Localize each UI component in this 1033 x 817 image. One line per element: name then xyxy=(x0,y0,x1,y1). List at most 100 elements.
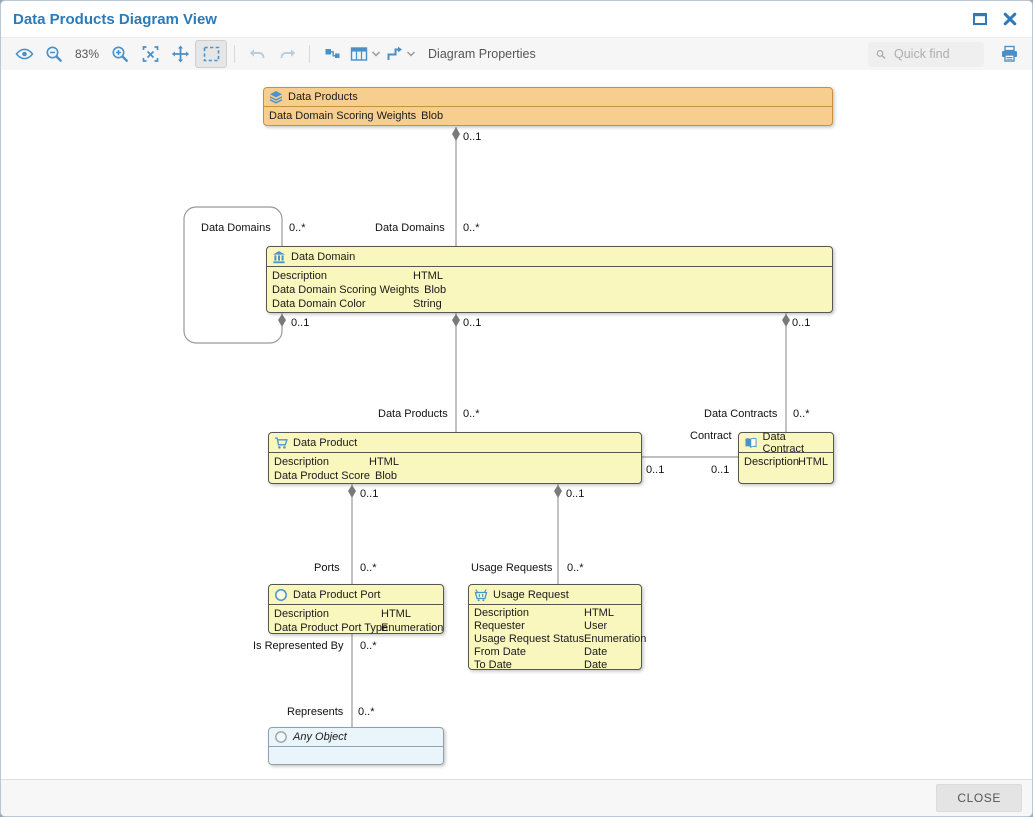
diamond-end xyxy=(452,314,460,327)
entity-data-products[interactable]: Data Products Data Domain Scoring Weight… xyxy=(263,87,833,126)
chevron-down-icon xyxy=(406,50,416,58)
multiplicity-label: 0..1 xyxy=(463,131,481,143)
connector-label: Is Represented By xyxy=(253,640,344,652)
entity-title: Data Contract xyxy=(763,431,828,455)
multiplicity-label: 0..* xyxy=(463,408,480,420)
view-options-button[interactable] xyxy=(9,41,39,67)
attribute-row: Data Product Score Blob xyxy=(274,469,636,483)
undo-button[interactable] xyxy=(242,41,272,67)
attribute-row: To Date Date xyxy=(474,659,636,672)
close-dialog-button[interactable]: CLOSE xyxy=(936,784,1022,812)
basket-icon xyxy=(474,588,488,602)
print-button[interactable] xyxy=(994,41,1024,67)
zoom-level-label: 83% xyxy=(69,47,105,61)
pan-button[interactable] xyxy=(165,41,195,67)
connector-label: Represents xyxy=(287,706,343,718)
zoom-to-fit-button[interactable] xyxy=(135,41,165,67)
entity-title: Data Domain xyxy=(291,251,355,263)
connector-label: Data Contracts xyxy=(704,408,777,420)
layers-icon xyxy=(269,90,283,104)
table-view-icon xyxy=(349,45,369,63)
circle-icon xyxy=(274,730,288,744)
attribute-row: Description HTML xyxy=(274,455,636,469)
maximize-button[interactable] xyxy=(970,9,990,29)
multiplicity-label: 0..1 xyxy=(792,317,810,329)
multiplicity-label: 0..* xyxy=(360,562,377,574)
attribute-row: Data Domain Scoring Weights Blob xyxy=(269,109,827,123)
attribute-row: Description HTML xyxy=(274,607,438,621)
attribute-row: Description HTML xyxy=(744,455,828,469)
multiplicity-label: 0..1 xyxy=(566,488,584,500)
close-icon xyxy=(1002,11,1018,27)
diagram-view-dialog: Data Products Diagram View xyxy=(0,0,1033,817)
attribute-row: Data Product Port Type Enumeration xyxy=(274,621,438,635)
diagram-toolbar: 83% xyxy=(1,37,1032,71)
entity-any-object[interactable]: Any Object xyxy=(268,727,444,765)
connector-wires xyxy=(1,70,1033,781)
connector-label: Data Domains xyxy=(375,222,445,234)
marquee-select-button[interactable] xyxy=(195,40,227,68)
search-icon xyxy=(876,47,886,62)
marquee-select-icon xyxy=(202,45,221,63)
attribute-row: Usage Request Status Enumeration xyxy=(474,633,636,646)
multiplicity-label: 0..* xyxy=(360,640,377,652)
auto-layout-button[interactable] xyxy=(317,41,347,67)
title-bar: Data Products Diagram View xyxy=(1,1,1032,37)
print-icon xyxy=(1000,45,1019,63)
entity-title: Data Product xyxy=(293,437,357,449)
zoom-in-button[interactable] xyxy=(105,41,135,67)
multiplicity-label: 0..* xyxy=(289,222,306,234)
entity-title: Data Product Port xyxy=(293,589,380,601)
entity-data-product-port[interactable]: Data Product Port Description HTML Data … xyxy=(268,584,444,634)
diagram-properties-button[interactable]: Diagram Properties xyxy=(418,47,546,61)
quick-find-box xyxy=(868,42,984,67)
entity-title: Usage Request xyxy=(493,589,569,601)
entity-data-contract[interactable]: Data Contract Description HTML xyxy=(738,432,834,484)
multiplicity-label: 0..* xyxy=(567,562,584,574)
zoom-out-button[interactable] xyxy=(39,41,69,67)
zoom-in-icon xyxy=(111,45,129,63)
chevron-down-icon xyxy=(371,50,381,58)
toolbar-separator xyxy=(234,45,235,63)
pan-icon xyxy=(171,45,190,63)
table-view-button[interactable] xyxy=(347,41,383,67)
connector-style-button[interactable] xyxy=(383,41,418,67)
connector-label: Usage Requests xyxy=(471,562,552,574)
attribute-row: Requester User xyxy=(474,620,636,633)
multiplicity-label: 0..1 xyxy=(711,464,729,476)
attribute-row: From Date Date xyxy=(474,646,636,659)
maximize-icon xyxy=(972,11,988,27)
building-icon xyxy=(272,250,286,264)
entity-title: Any Object xyxy=(293,731,347,743)
diamond-end xyxy=(782,314,790,327)
attribute-row: Description HTML xyxy=(272,269,827,283)
zoom-to-fit-icon xyxy=(141,45,160,63)
attribute-row: Data Domain Color String xyxy=(272,297,827,311)
connector-style-icon xyxy=(385,45,404,63)
empty-attribute-area xyxy=(269,747,443,751)
auto-layout-icon xyxy=(323,45,342,63)
connector-label: Data Domains xyxy=(201,222,271,234)
diagram-canvas[interactable]: 0..1 Data Domains 0..* Data Domains 0..*… xyxy=(1,70,1033,781)
diamond-end xyxy=(554,485,562,498)
entity-usage-request[interactable]: Usage Request Description HTML Requester… xyxy=(468,584,642,670)
cart-icon xyxy=(274,436,288,450)
close-button[interactable] xyxy=(1000,9,1020,29)
zoom-out-icon xyxy=(45,45,63,63)
undo-icon xyxy=(248,45,267,63)
diamond-end xyxy=(452,127,460,141)
connector-label: Contract xyxy=(690,430,732,442)
dialog-footer: CLOSE xyxy=(1,779,1033,816)
multiplicity-label: 0..* xyxy=(793,408,810,420)
diamond-end xyxy=(348,485,356,498)
multiplicity-label: 0..* xyxy=(463,222,480,234)
entity-data-product[interactable]: Data Product Description HTML Data Produ… xyxy=(268,432,642,484)
multiplicity-label: 0..1 xyxy=(463,317,481,329)
entity-data-domain[interactable]: Data Domain Description HTML Data Domain… xyxy=(266,246,833,313)
quick-find-input[interactable] xyxy=(892,46,976,62)
redo-button[interactable] xyxy=(272,41,302,67)
multiplicity-label: 0..* xyxy=(358,706,375,718)
multiplicity-label: 0..1 xyxy=(291,317,309,329)
book-icon xyxy=(744,436,758,450)
attribute-row: Description HTML xyxy=(474,607,636,620)
